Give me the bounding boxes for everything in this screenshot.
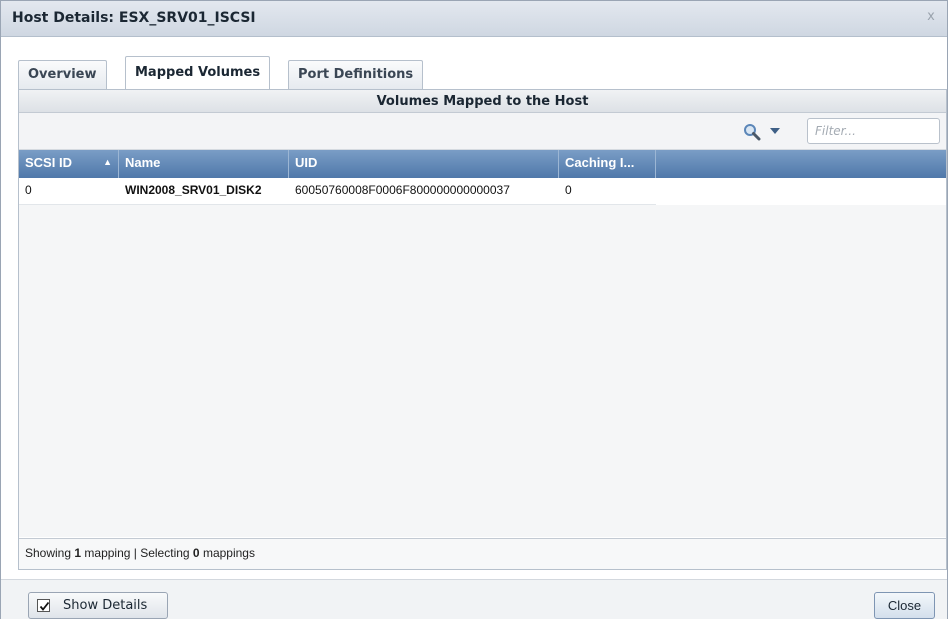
status-middle: mapping | Selecting [81, 546, 193, 560]
table-row[interactable]: 0 WIN2008_SRV01_DISK2 60050760008F0006F8… [19, 178, 656, 205]
column-uid[interactable]: UID [289, 150, 559, 178]
dialog-footer: Show Details Close [1, 579, 947, 619]
panel-header: Volumes Mapped to the Host [19, 90, 946, 113]
status-bar: Showing 1 mapping | Selecting 0 mappings [19, 538, 946, 569]
close-icon[interactable]: x [924, 10, 938, 24]
column-caching[interactable]: Caching I... [559, 150, 656, 178]
sort-ascending-icon: ▲ [103, 157, 112, 167]
status-prefix: Showing [25, 546, 75, 560]
cell-name: WIN2008_SRV01_DISK2 [125, 183, 262, 197]
tab-port-definitions[interactable]: Port Definitions [288, 60, 424, 89]
checkbox-checked-icon[interactable] [37, 599, 50, 612]
host-details-dialog: Host Details: ESX_SRV01_ISCSI x Overview… [0, 0, 948, 619]
chevron-down-icon[interactable] [768, 124, 782, 138]
dialog-titlebar[interactable]: Host Details: ESX_SRV01_ISCSI x [1, 1, 947, 37]
column-scsi-id[interactable]: SCSI ID ▲ [19, 150, 119, 178]
status-selected-count: 0 [192, 546, 200, 560]
cell-scsi-id: 0 [25, 183, 32, 197]
tab-overview[interactable]: Overview [18, 60, 107, 89]
grid-empty-area [19, 205, 946, 537]
mapped-volumes-panel: Volumes Mapped to the Host SCSI ID ▲ Nam… [18, 89, 947, 570]
search-icon[interactable] [743, 123, 761, 141]
grid-toolbar [19, 113, 946, 150]
show-details-toggle[interactable]: Show Details [28, 592, 168, 619]
status-suffix: mappings [199, 546, 255, 560]
show-details-label: Show Details [63, 598, 148, 613]
dialog-title: Host Details: ESX_SRV01_ISCSI [12, 10, 256, 26]
column-name[interactable]: Name [119, 150, 289, 178]
cell-caching: 0 [565, 183, 572, 197]
filter-input[interactable] [807, 118, 940, 144]
close-button[interactable]: Close [874, 592, 935, 619]
column-scsi-id-label: SCSI ID [25, 155, 72, 170]
cell-uid: 60050760008F0006F800000000000037 [295, 183, 510, 197]
tab-mapped-volumes[interactable]: Mapped Volumes [125, 56, 271, 90]
grid-column-header: SCSI ID ▲ Name UID Caching I... [19, 150, 946, 178]
